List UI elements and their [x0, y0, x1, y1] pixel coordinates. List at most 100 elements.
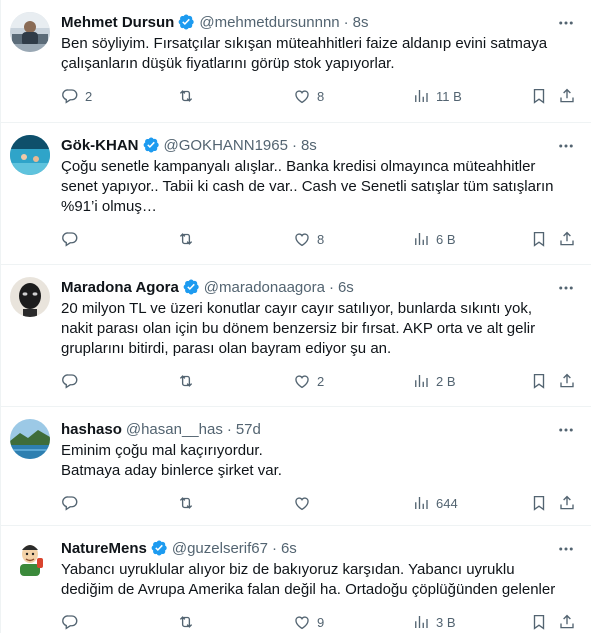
- views-button[interactable]: 3 B: [412, 613, 456, 631]
- reply-button[interactable]: [61, 372, 85, 390]
- views-icon: [415, 233, 428, 245]
- share-button[interactable]: [558, 494, 576, 512]
- user-handle[interactable]: @guzelserif67: [172, 540, 268, 557]
- bookmark-button[interactable]: [530, 613, 548, 631]
- tweet[interactable]: Gök-KHAN @GOKHANN1965 · 8s Çoğu senetle …: [1, 123, 591, 265]
- like-button[interactable]: [293, 494, 317, 512]
- bookmark-button[interactable]: [530, 230, 548, 248]
- share-icon: [560, 231, 574, 246]
- timestamp[interactable]: 57d: [236, 421, 261, 438]
- tweet-text: Yabancı uyruklular alıyor biz de bakıyor…: [61, 561, 556, 598]
- reply-button[interactable]: 2: [61, 87, 92, 105]
- display-name[interactable]: NatureMens: [61, 540, 147, 557]
- view-count: 6 B: [436, 231, 456, 247]
- user-handle[interactable]: @GOKHANN1965: [164, 137, 288, 154]
- mask-avatar-icon: [10, 277, 50, 317]
- views-button[interactable]: 644: [412, 494, 458, 512]
- views-button[interactable]: 2 B: [412, 372, 456, 390]
- user-handle[interactable]: @hasan__has: [126, 421, 223, 438]
- verified-badge-icon: [150, 539, 168, 557]
- views-icon: [415, 90, 428, 102]
- verified-badge-icon: [142, 136, 160, 154]
- tweet[interactable]: Maradona Agora @maradonaagora · 6s 20 mi…: [1, 265, 591, 407]
- like-button[interactable]: 8: [293, 87, 324, 105]
- more-options-icon[interactable]: [557, 279, 575, 297]
- share-button[interactable]: [558, 230, 576, 248]
- retweet-button[interactable]: [177, 230, 201, 248]
- like-button[interactable]: 8: [293, 230, 324, 248]
- view-count: 11 B: [436, 88, 462, 104]
- retweet-icon: [179, 497, 193, 509]
- bookmark-icon: [533, 495, 545, 511]
- reply-button[interactable]: [61, 230, 85, 248]
- like-button[interactable]: 9: [293, 613, 324, 631]
- display-name[interactable]: Gök-KHAN: [61, 137, 139, 154]
- views-button[interactable]: 6 B: [412, 230, 456, 248]
- more-options-icon[interactable]: [557, 421, 575, 439]
- view-count: 2 B: [436, 373, 456, 389]
- more-options-icon[interactable]: [557, 540, 575, 558]
- retweet-icon: [179, 616, 193, 628]
- bookmark-button[interactable]: [530, 372, 548, 390]
- share-icon: [560, 495, 574, 510]
- share-button[interactable]: [558, 87, 576, 105]
- avatar[interactable]: [10, 277, 50, 317]
- reply-button[interactable]: [61, 613, 85, 631]
- tweet-header: Maradona Agora @maradonaagora · 6s: [61, 277, 575, 297]
- tweet-actions: 9 3 B: [61, 612, 575, 633]
- tweet-header: NatureMens @guzelserif67 · 6s: [61, 538, 575, 558]
- like-button[interactable]: 2: [293, 372, 324, 390]
- reply-button[interactable]: [61, 494, 85, 512]
- retweet-button[interactable]: [177, 87, 201, 105]
- share-icon: [560, 373, 574, 388]
- tweet-text: Ben söyliyim. Fırsatçılar sıkışan müteah…: [61, 35, 548, 72]
- tweet[interactable]: hashaso @hasan__has · 57d Eminim çoğu ma…: [1, 407, 591, 526]
- avatar[interactable]: [10, 12, 50, 52]
- user-handle[interactable]: @maradonaagora: [204, 279, 325, 296]
- tweet[interactable]: Mehmet Dursun @mehmetdursunnnn · 8s Ben …: [1, 0, 591, 123]
- retweet-icon: [179, 90, 193, 102]
- share-icon: [560, 614, 574, 629]
- timestamp[interactable]: 6s: [281, 540, 297, 557]
- tweet-header: Mehmet Dursun @mehmetdursunnnn · 8s: [61, 12, 575, 32]
- retweet-button[interactable]: [177, 613, 201, 631]
- verified-badge-icon: [182, 278, 200, 296]
- timestamp[interactable]: 8s: [301, 137, 317, 154]
- pool-avatar-icon: [10, 135, 50, 175]
- tweet-actions: 8 6 B: [61, 229, 575, 261]
- share-button[interactable]: [558, 372, 576, 390]
- display-name[interactable]: hashaso: [61, 421, 122, 438]
- bookmark-button[interactable]: [530, 87, 548, 105]
- bookmark-icon: [533, 231, 545, 247]
- tweet-text: Eminim çoğu mal kaçırıyordur. Batmaya ad…: [61, 442, 282, 479]
- retweet-button[interactable]: [177, 494, 201, 512]
- tweet-actions: 2 8 11 B: [61, 86, 575, 118]
- avatar[interactable]: [10, 419, 50, 459]
- share-button[interactable]: [558, 613, 576, 631]
- separator-dot: ·: [226, 420, 232, 438]
- bookmark-button[interactable]: [530, 494, 548, 512]
- avatar[interactable]: [10, 135, 50, 175]
- reply-icon: [62, 615, 78, 630]
- tweet-header: Gök-KHAN @GOKHANN1965 · 8s: [61, 135, 575, 155]
- like-count: 8: [317, 231, 325, 247]
- tweet-feed: Mehmet Dursun @mehmetdursunnnn · 8s Ben …: [0, 0, 591, 633]
- more-options-icon[interactable]: [557, 14, 575, 32]
- like-count: 9: [317, 614, 325, 630]
- more-options-icon[interactable]: [557, 137, 575, 155]
- views-button[interactable]: 11 B: [412, 87, 462, 105]
- display-name[interactable]: Mehmet Dursun: [61, 14, 174, 31]
- avatar[interactable]: [10, 538, 50, 578]
- timestamp[interactable]: 6s: [338, 279, 354, 296]
- tweet[interactable]: NatureMens @guzelserif67 · 6s Yabancı uy…: [1, 526, 591, 633]
- timestamp[interactable]: 8s: [353, 14, 369, 31]
- cartoon-avatar-icon: [10, 538, 50, 578]
- retweet-button[interactable]: [177, 372, 201, 390]
- display-name[interactable]: Maradona Agora: [61, 279, 179, 296]
- heart-icon: [295, 497, 309, 511]
- views-icon: [415, 497, 428, 509]
- heart-icon: [295, 616, 309, 630]
- heart-icon: [295, 90, 309, 104]
- reply-count: 2: [85, 88, 93, 104]
- user-handle[interactable]: @mehmetdursunnnn: [199, 14, 339, 31]
